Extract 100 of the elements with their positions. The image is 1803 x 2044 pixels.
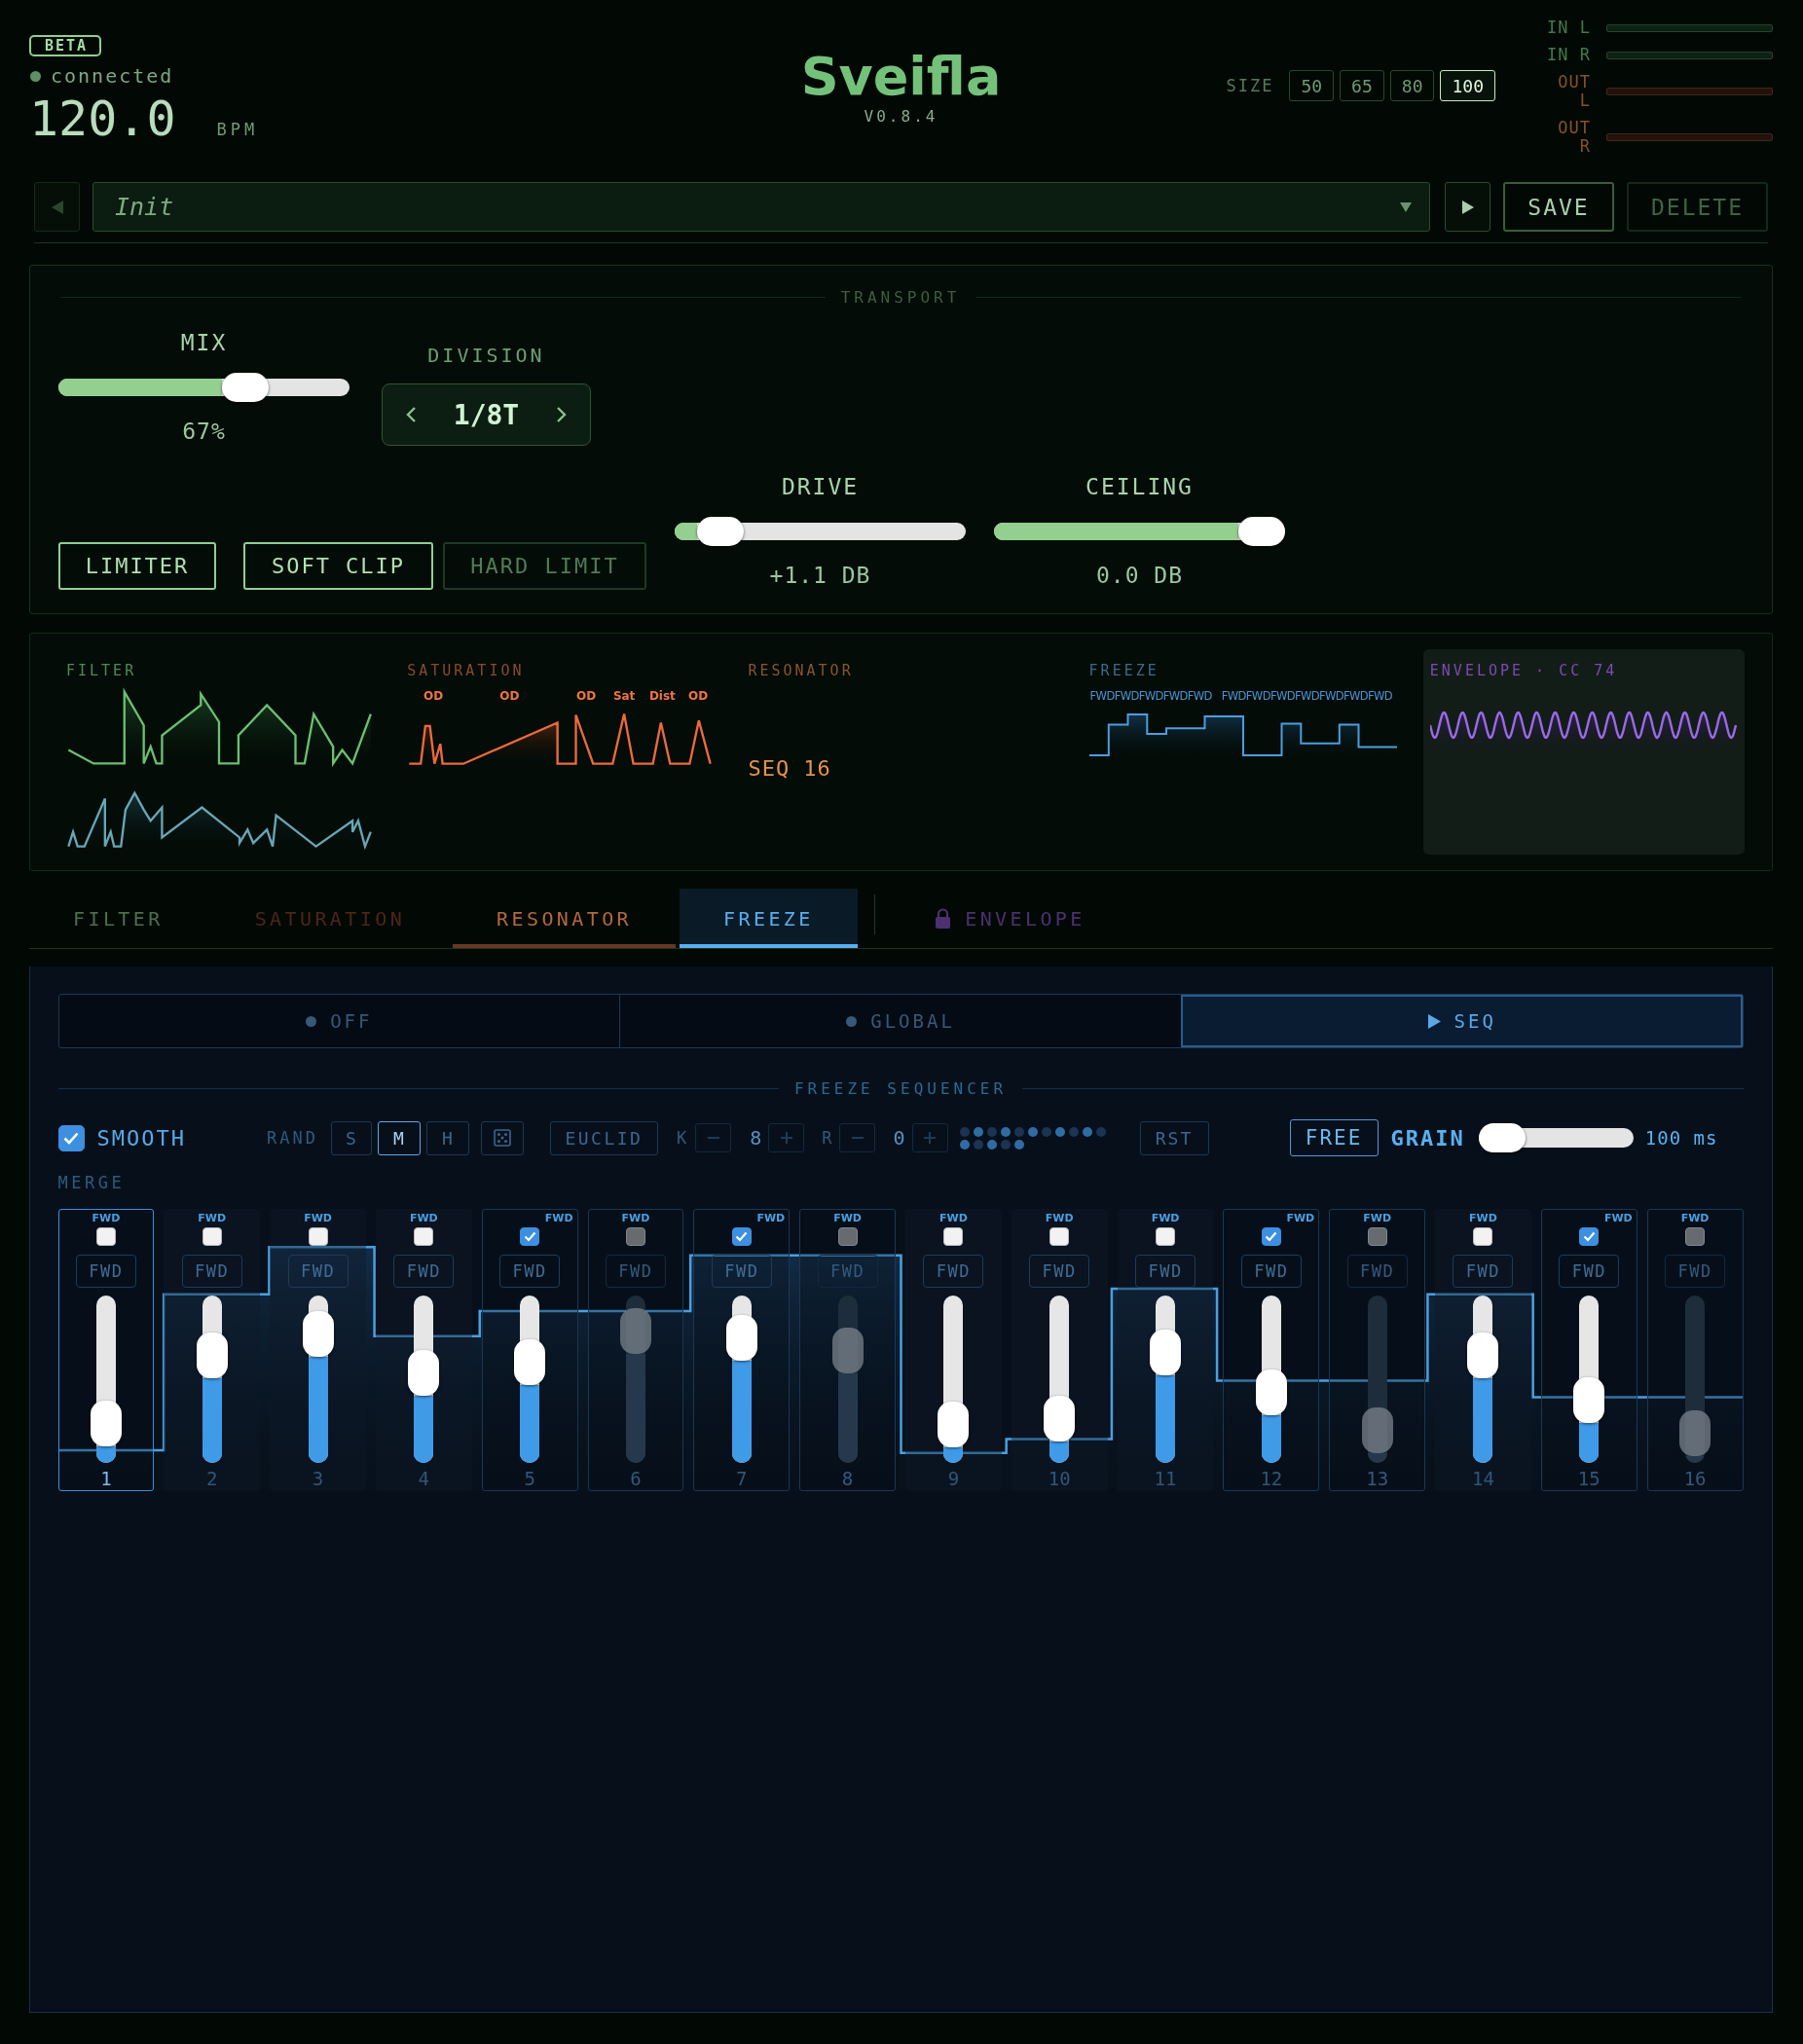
step-slider[interactable] — [725, 1296, 757, 1463]
step-number: 8 — [841, 1467, 854, 1490]
step-slider[interactable] — [1150, 1296, 1182, 1463]
slider-thumb[interactable] — [1255, 1369, 1287, 1416]
section-title: TRANSPORT — [840, 287, 961, 307]
step-slider[interactable] — [408, 1296, 440, 1463]
merge-checkbox[interactable] — [1049, 1226, 1070, 1247]
drive-slider[interactable] — [675, 517, 966, 546]
step-number: 13 — [1366, 1467, 1389, 1490]
step-slider[interactable] — [1467, 1296, 1499, 1463]
tab[interactable]: ENVELOPE — [891, 889, 1129, 948]
step-slider[interactable] — [1255, 1296, 1287, 1463]
merge-checkbox[interactable] — [1156, 1226, 1176, 1247]
ceiling-slider[interactable] — [994, 517, 1285, 546]
merge-checkbox[interactable] — [520, 1226, 540, 1247]
step-slider[interactable] — [514, 1296, 546, 1463]
clip-mode-button[interactable]: SOFT CLIP — [243, 542, 433, 590]
preview-card[interactable]: ENVELOPE · CC 74 — [1422, 649, 1745, 855]
merge-checkbox[interactable] — [414, 1226, 434, 1247]
merge-checkbox[interactable] — [1261, 1226, 1281, 1247]
direction-button[interactable]: FWD — [1559, 1255, 1620, 1288]
direction-button[interactable]: FWD — [1240, 1255, 1302, 1288]
tempo-value: 120.0 — [29, 93, 176, 144]
randomize-button[interactable] — [480, 1120, 524, 1155]
version-label: V0.8.4 — [864, 107, 938, 127]
merge-checkbox[interactable] — [943, 1226, 964, 1247]
mode-button[interactable]: OFF — [58, 995, 620, 1047]
direction-button[interactable]: FWD — [1453, 1255, 1514, 1288]
grain-label: GRAIN — [1390, 1125, 1465, 1150]
direction-button[interactable]: FWD — [1029, 1255, 1090, 1288]
direction-button[interactable]: FWD — [75, 1255, 136, 1288]
slider-thumb[interactable] — [514, 1339, 546, 1385]
preset-button[interactable]: SAVE — [1503, 182, 1614, 232]
slider-thumb[interactable] — [1150, 1330, 1182, 1375]
meter-label: OUT R — [1557, 119, 1591, 156]
rotation-value: 0 — [893, 1126, 905, 1150]
direction-button[interactable]: FWD — [923, 1255, 984, 1288]
step-slider[interactable] — [938, 1296, 970, 1463]
play-icon — [1427, 1013, 1441, 1029]
slider-thumb[interactable] — [1044, 1395, 1076, 1442]
merge-checkbox[interactable] — [95, 1226, 116, 1247]
slider-thumb[interactable] — [1573, 1376, 1605, 1423]
tab[interactable]: FREEZE — [680, 889, 858, 948]
slider-fill — [675, 523, 697, 540]
mix-label: MIX — [180, 329, 228, 357]
direction-button[interactable]: FWD — [287, 1255, 349, 1288]
preview-card[interactable]: FREEZE FWDFWDFWDFWDFWD FWDFWDFWDFWDFWDFWDFWD — [1082, 649, 1404, 855]
step-slider[interactable] — [1573, 1296, 1605, 1463]
merge-checkbox[interactable] — [1579, 1226, 1600, 1247]
step-direction-label: FWDFWDFWDFWDFWDFWDFWD — [1221, 689, 1393, 704]
preview-card[interactable]: FILTER — [59, 649, 382, 855]
step-slider[interactable] — [196, 1296, 228, 1463]
preview-title: ENVELOPE · CC 74 — [1429, 662, 1618, 679]
direction-button[interactable]: FWD — [499, 1255, 561, 1288]
preview-card[interactable]: SATURATION OD OD OD Sat Dist OD — [400, 649, 722, 855]
tab[interactable]: FILTER — [29, 889, 207, 948]
merge-checkbox[interactable] — [202, 1226, 222, 1247]
reset-button[interactable]: RST — [1139, 1120, 1209, 1155]
randomize-option-button[interactable]: H — [425, 1120, 469, 1155]
mode-button[interactable]: GLOBAL — [619, 995, 1181, 1047]
free-toggle[interactable]: FREE — [1289, 1119, 1379, 1156]
size-option-button[interactable]: 80 — [1389, 70, 1435, 101]
merge-checkbox[interactable] — [731, 1226, 752, 1247]
chevron-left-icon[interactable] — [406, 406, 417, 423]
chevron-right-icon[interactable] — [556, 406, 567, 423]
direction-button[interactable]: FWD — [711, 1255, 772, 1288]
direction-button[interactable]: FWD — [1135, 1255, 1196, 1288]
preset-dropdown[interactable]: Init — [92, 182, 1430, 232]
smooth-checkbox[interactable] — [57, 1124, 85, 1151]
mode-button[interactable]: SEQ — [1180, 995, 1743, 1047]
slider-thumb[interactable] — [938, 1401, 970, 1447]
randomize-option-button[interactable]: M — [377, 1120, 421, 1155]
step-slider[interactable] — [90, 1296, 122, 1463]
slider-thumb[interactable] — [1478, 1123, 1526, 1152]
merge-checkbox[interactable] — [308, 1226, 328, 1247]
randomize-option-button[interactable]: S — [330, 1120, 372, 1155]
size-option-button[interactable]: 50 — [1289, 70, 1335, 101]
preview-card[interactable]: RESONATOR SEQ 16 — [741, 649, 1063, 855]
limiter-toggle[interactable]: LIMITER — [58, 542, 216, 590]
mix-slider[interactable] — [58, 373, 350, 402]
tab[interactable]: RESONATOR — [453, 889, 677, 948]
step-tag: FWD — [833, 1212, 862, 1227]
slider-thumb[interactable] — [408, 1350, 440, 1397]
direction-button[interactable]: FWD — [181, 1255, 242, 1288]
euclid-toggle[interactable]: EUCLID — [549, 1120, 658, 1155]
clip-mode-button[interactable]: HARD LIMIT — [443, 542, 646, 590]
step-slider[interactable] — [302, 1296, 334, 1463]
slider-thumb[interactable] — [90, 1400, 122, 1446]
size-option-button[interactable]: 65 — [1340, 70, 1384, 101]
next-preset-button[interactable] — [1445, 182, 1490, 232]
direction-button[interactable]: FWD — [393, 1255, 455, 1288]
size-option-button[interactable]: 100 — [1440, 70, 1495, 101]
merge-checkbox[interactable] — [1473, 1226, 1493, 1247]
slider-thumb[interactable] — [1238, 517, 1285, 546]
slider-thumb[interactable] — [696, 517, 744, 546]
step-tag: FWD — [304, 1212, 332, 1227]
grain-slider[interactable] — [1478, 1123, 1634, 1152]
step-slider[interactable] — [1044, 1296, 1076, 1463]
slider-thumb[interactable] — [222, 373, 270, 402]
step-number: 14 — [1472, 1467, 1494, 1490]
